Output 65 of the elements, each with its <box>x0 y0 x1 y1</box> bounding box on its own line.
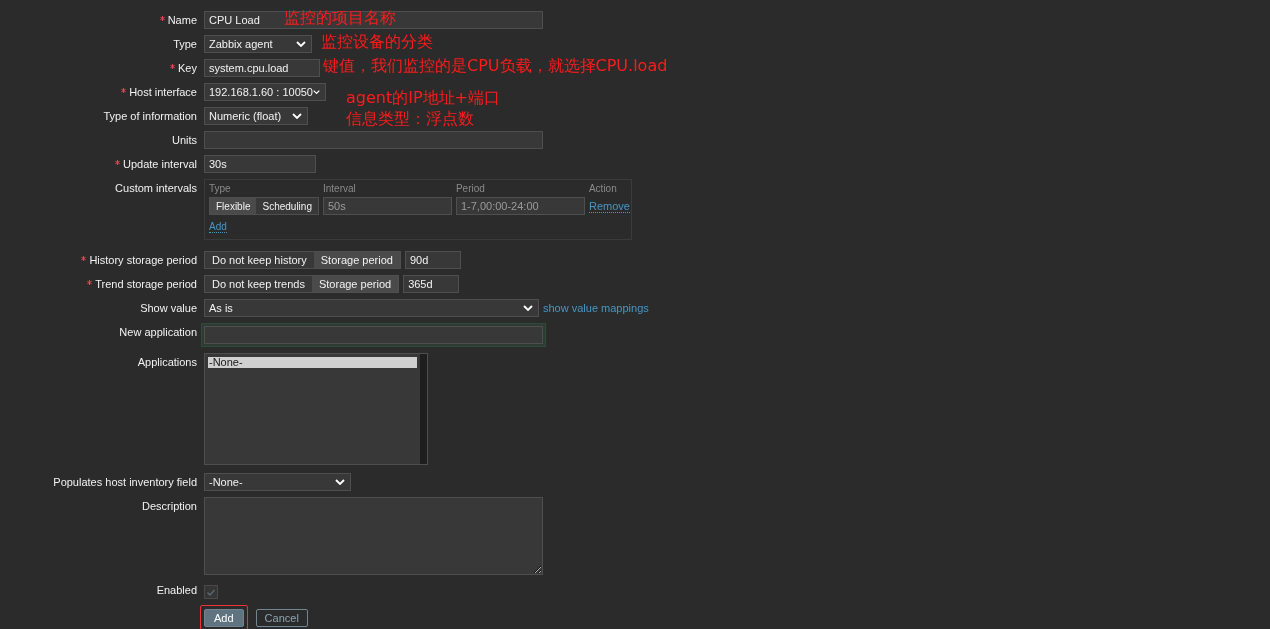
input-field[interactable]: system.cpu.load <box>204 59 320 77</box>
field-label: New application <box>119 326 197 338</box>
field-label: Update interval <box>123 158 197 170</box>
column-header: Action <box>588 183 618 194</box>
text-area[interactable] <box>204 497 543 575</box>
required-icon <box>87 279 93 285</box>
required-icon <box>121 87 127 93</box>
list-option[interactable]: -None- <box>208 357 417 368</box>
storage-toggle[interactable]: Storage period <box>311 276 399 292</box>
chevron-down-icon <box>313 89 320 95</box>
field-label: History storage period <box>89 254 197 266</box>
chevron-down-icon <box>296 41 306 47</box>
dropdown[interactable]: Numeric (float) <box>204 107 308 125</box>
dropdown[interactable]: Zabbix agent <box>204 35 312 53</box>
input-field[interactable]: 365d <box>403 275 460 293</box>
storage-toggle[interactable]: Do not keep trends <box>205 276 312 292</box>
chevron-down-icon <box>335 479 345 485</box>
add-button[interactable]: Add <box>204 609 244 627</box>
dropdown[interactable]: -None- <box>204 473 351 491</box>
dropdown[interactable]: 192.168.1.60 : 10050 <box>204 83 326 101</box>
chevron-down-icon <box>292 113 302 119</box>
field-label: Show value <box>140 302 197 314</box>
remove-link[interactable]: Remove <box>588 199 630 213</box>
field-label: Host interface <box>129 86 197 98</box>
interval-field[interactable]: 50s <box>322 197 452 215</box>
annotation-text: 信息类型：浮点数 <box>346 109 474 130</box>
input-field[interactable]: 30s <box>204 155 316 173</box>
required-icon <box>81 255 87 261</box>
add-link[interactable]: Add <box>209 221 227 233</box>
annotation-text: 监控设备的分类 <box>321 32 433 53</box>
annotation-text: 监控的项目名称 <box>284 8 396 29</box>
required-icon <box>159 15 165 21</box>
input-field[interactable] <box>204 131 543 149</box>
type-toggle[interactable]: Scheduling <box>256 198 318 214</box>
field-label: Type <box>173 38 197 50</box>
show-value-mappings-link[interactable]: show value mappings <box>543 302 649 314</box>
chevron-down-icon <box>523 305 533 311</box>
cancel-button[interactable]: Cancel <box>255 609 308 627</box>
scrollbar[interactable] <box>420 354 427 464</box>
type-toggle[interactable]: Flexible <box>210 198 257 214</box>
period-field[interactable]: 1-7,00:00-24:00 <box>455 197 585 215</box>
annotation-text: 键值，我们监控的是CPU负载，就选择CPU.load <box>323 56 668 77</box>
field-label: Populates host inventory field <box>53 476 197 488</box>
storage-toggle[interactable]: Storage period <box>313 252 400 268</box>
field-label: Name <box>167 14 197 26</box>
column-header: Interval <box>322 183 357 194</box>
field-label: Custom intervals <box>115 182 197 194</box>
field-label: Enabled <box>156 584 197 596</box>
field-label: Type of information <box>103 110 197 122</box>
required-icon <box>170 63 176 69</box>
list-box[interactable]: -None- <box>204 353 428 465</box>
field-label: Description <box>141 500 197 512</box>
field-label: Trend storage period <box>95 278 197 290</box>
field-label: Applications <box>137 356 197 368</box>
input-field[interactable] <box>201 323 546 347</box>
required-icon <box>115 159 120 165</box>
dropdown[interactable]: As is <box>204 299 539 317</box>
storage-toggle[interactable]: Do not keep history <box>205 252 314 268</box>
column-header: Type <box>209 183 232 194</box>
column-header: Period <box>455 183 486 194</box>
field-label: Key <box>178 62 197 74</box>
annotation-text: agent的IP地址+端口 <box>346 88 500 109</box>
field-label: Units <box>171 134 197 146</box>
input-field[interactable]: 90d <box>404 251 461 269</box>
checkbox[interactable] <box>204 585 218 599</box>
